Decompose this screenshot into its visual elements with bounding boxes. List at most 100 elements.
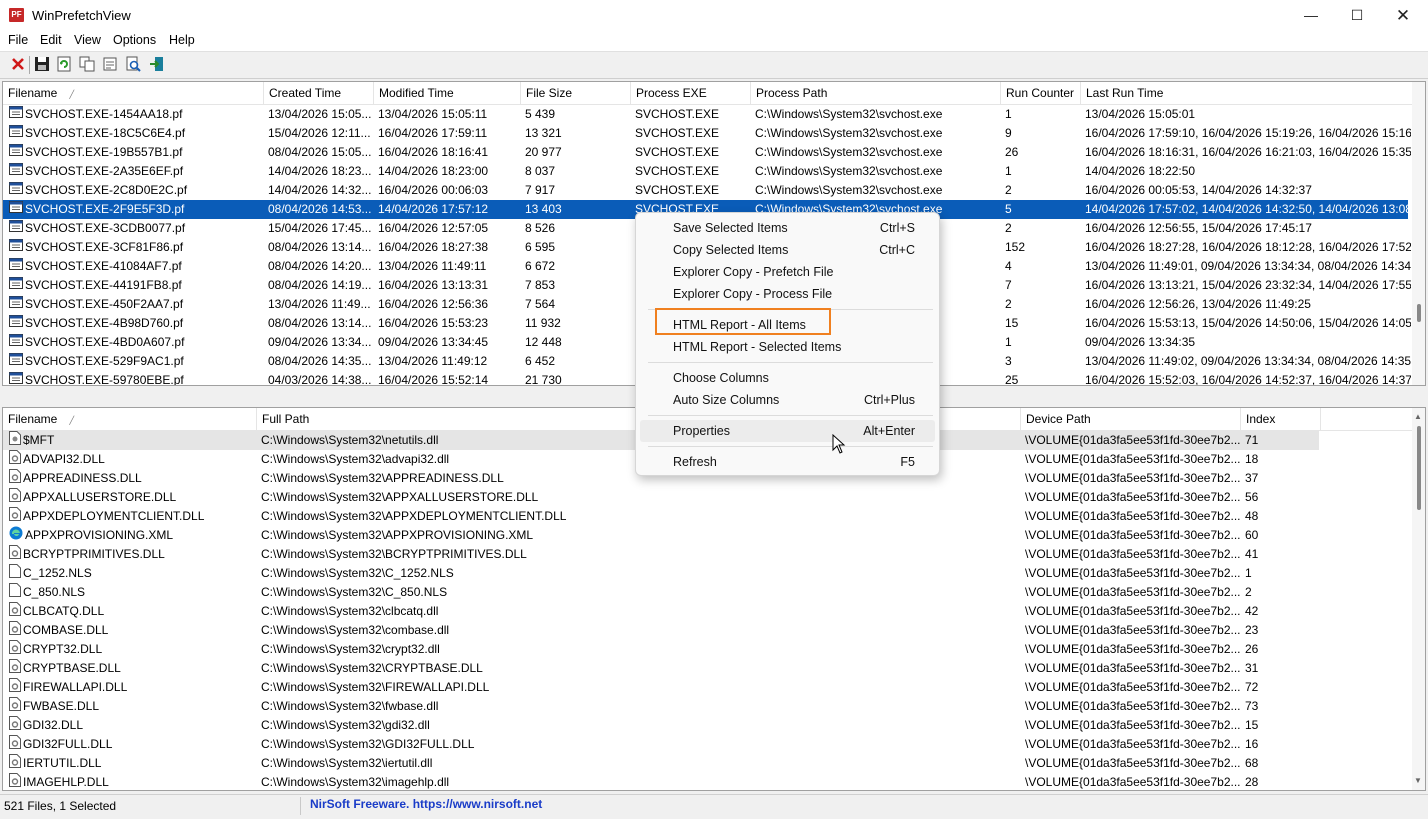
cell-filename: SVCHOST.EXE-1454AA18.pf: [3, 105, 264, 124]
window-title: WinPrefetchView: [32, 8, 131, 23]
cell-file-size: 11 932: [525, 316, 561, 330]
maximize-button[interactable]: ☐: [1334, 0, 1380, 31]
scrollbar-thumb[interactable]: [1417, 304, 1421, 322]
table-row[interactable]: SVCHOST.EXE-2A35E6EF.pf 14/04/2026 18:23.…: [3, 162, 1408, 181]
close-button[interactable]: ✕: [1380, 0, 1426, 31]
cell-device-path: \VOLUME{01da3fa5ee53f1fd-30ee7b2...: [1025, 775, 1241, 789]
cell-full-path: C:\Windows\System32\imagehlp.dll: [261, 775, 450, 789]
cell-filename: CRYPT32.DLL: [3, 640, 257, 659]
cell-device-path: \VOLUME{01da3fa5ee53f1fd-30ee7b2...: [1025, 490, 1241, 504]
table-row[interactable]: CRYPT32.DLL C:\Windows\System32\crypt32.d…: [3, 640, 1319, 659]
menu-options[interactable]: Options: [113, 33, 156, 47]
table-row[interactable]: APPXPROVISIONING.XML C:\Windows\System32\…: [3, 526, 1319, 545]
col-device-path[interactable]: Device Path: [1021, 408, 1241, 430]
col-created-time[interactable]: Created Time: [264, 82, 374, 104]
cell-process-path: C:\Windows\System32\svchost.exe: [755, 164, 943, 178]
menu-edit[interactable]: Edit: [40, 33, 62, 47]
prefetch-list-scrollbar[interactable]: [1412, 82, 1425, 385]
cell-last-run-time: 14/04/2026 18:22:50: [1085, 164, 1196, 178]
prefetch-file-icon: [9, 333, 23, 352]
cell-full-path: C:\Windows\System32\C_1252.NLS: [261, 566, 454, 580]
nirsoft-link[interactable]: NirSoft Freeware. https://www.nirsoft.ne…: [310, 797, 542, 811]
table-row[interactable]: APPXDEPLOYMENTCLIENT.DLL C:\Windows\Syste…: [3, 507, 1319, 526]
menu-auto-size-columns[interactable]: Auto Size Columns Ctrl+Plus: [640, 389, 935, 411]
cell-filename: APPXPROVISIONING.XML: [3, 526, 257, 545]
col-filename[interactable]: Filename ╱: [3, 408, 257, 430]
col-modified-time[interactable]: Modified Time: [374, 82, 521, 104]
table-row[interactable]: FIREWALLAPI.DLL C:\Windows\System32\FIREW…: [3, 678, 1319, 697]
menu-refresh[interactable]: Refresh F5: [640, 451, 935, 473]
table-row[interactable]: IMAGEHLP.DLL C:\Windows\System32\imagehlp…: [3, 773, 1319, 790]
table-row[interactable]: C_850.NLS C:\Windows\System32\C_850.NLS \V…: [3, 583, 1319, 602]
cell-created-time: 08/04/2026 13:14...: [268, 316, 372, 330]
properties-icon[interactable]: [101, 55, 119, 73]
table-row[interactable]: GDI32.DLL C:\Windows\System32\gdi32.dll \V…: [3, 716, 1319, 735]
scrollbar-thumb[interactable]: [1417, 426, 1421, 510]
table-row[interactable]: GDI32FULL.DLL C:\Windows\System32\GDI32FU…: [3, 735, 1319, 754]
menu-choose-columns[interactable]: Choose Columns: [640, 367, 935, 389]
cell-file-size: 12 448: [525, 335, 562, 349]
cell-filename: SVCHOST.EXE-59780EBE.pf: [3, 371, 264, 385]
exit-icon[interactable]: [148, 55, 166, 73]
delete-icon[interactable]: [9, 55, 27, 73]
cell-filename: BCRYPTPRIMITIVES.DLL: [3, 545, 257, 564]
col-index[interactable]: Index: [1241, 408, 1321, 430]
cell-created-time: 08/04/2026 13:14...: [268, 240, 372, 254]
table-row[interactable]: CRYPTBASE.DLL C:\Windows\System32\CRYPTBA…: [3, 659, 1319, 678]
dll-file-icon: [9, 488, 21, 507]
table-row[interactable]: APPXALLUSERSTORE.DLL C:\Windows\System32\…: [3, 488, 1319, 507]
table-row[interactable]: COMBASE.DLL C:\Windows\System32\combase.d…: [3, 621, 1319, 640]
table-row[interactable]: C_1252.NLS C:\Windows\System32\C_1252.NLS…: [3, 564, 1319, 583]
col-last-run-time[interactable]: Last Run Time: [1081, 82, 1411, 104]
table-row[interactable]: CLBCATQ.DLL C:\Windows\System32\clbcatq.d…: [3, 602, 1319, 621]
scroll-down-icon[interactable]: ▼: [1414, 776, 1422, 785]
dll-file-icon: [9, 773, 21, 790]
cell-filename: COMBASE.DLL: [3, 621, 257, 640]
cell-filename: ADVAPI32.DLL: [3, 450, 257, 469]
menu-explorer-copy-prefetch[interactable]: Explorer Copy - Prefetch File: [640, 261, 935, 283]
col-filename[interactable]: Filename ╱: [3, 82, 264, 104]
table-row[interactable]: SVCHOST.EXE-2C8D0E2C.pf 14/04/2026 14:32.…: [3, 181, 1408, 200]
col-run-counter[interactable]: Run Counter: [1001, 82, 1081, 104]
refresh-icon[interactable]: [55, 55, 73, 73]
col-process-path[interactable]: Process Path: [751, 82, 1001, 104]
prefetch-file-icon: [9, 352, 23, 371]
cell-filename: APPREADINESS.DLL: [3, 469, 257, 488]
menu-html-report-selected[interactable]: HTML Report - Selected Items: [640, 336, 935, 358]
col-file-size[interactable]: File Size: [521, 82, 631, 104]
cell-full-path: C:\Windows\System32\APPXDEPLOYMENTCLIENT…: [261, 509, 567, 523]
minimize-button[interactable]: —: [1288, 0, 1334, 31]
copy-icon[interactable]: [78, 55, 96, 73]
menu-explorer-copy-process[interactable]: Explorer Copy - Process File: [640, 283, 935, 305]
menu-help[interactable]: Help: [169, 33, 195, 47]
dll-file-icon: [9, 640, 21, 659]
table-row[interactable]: BCRYPTPRIMITIVES.DLL C:\Windows\System32\…: [3, 545, 1319, 564]
menu-save-selected-items[interactable]: Save Selected Items Ctrl+S: [640, 217, 935, 239]
toolbar-separator: [29, 56, 30, 74]
cell-last-run-time: 16/04/2026 18:27:28, 16/04/2026 18:12:28…: [1085, 240, 1411, 254]
cell-file-size: 13 403: [525, 202, 562, 216]
cell-process-exe: SVCHOST.EXE: [635, 164, 720, 178]
cell-file-size: 21 730: [525, 373, 562, 386]
cell-filename: SVCHOST.EXE-41084AF7.pf: [3, 257, 264, 276]
table-row[interactable]: SVCHOST.EXE-19B557B1.pf 08/04/2026 15:05.…: [3, 143, 1411, 162]
cell-process-exe: SVCHOST.EXE: [635, 183, 720, 197]
cell-full-path: C:\Windows\System32\clbcatq.dll: [261, 604, 439, 618]
menu-view[interactable]: View: [74, 33, 101, 47]
menu-file[interactable]: File: [8, 33, 28, 47]
save-icon[interactable]: [33, 55, 51, 73]
cell-device-path: \VOLUME{01da3fa5ee53f1fd-30ee7b2...: [1025, 452, 1241, 466]
menu-properties[interactable]: Properties Alt+Enter: [640, 420, 935, 442]
loaded-list-scrollbar[interactable]: ▲ ▼: [1412, 408, 1425, 790]
table-row[interactable]: SVCHOST.EXE-18C5C6E4.pf 15/04/2026 12:11.…: [3, 124, 1411, 143]
cell-index: 18: [1245, 452, 1259, 466]
cell-last-run-time: 16/04/2026 12:56:55, 15/04/2026 17:45:17: [1085, 221, 1312, 235]
table-row[interactable]: FWBASE.DLL C:\Windows\System32\fwbase.dll…: [3, 697, 1319, 716]
find-icon[interactable]: [124, 55, 142, 73]
table-row[interactable]: IERTUTIL.DLL C:\Windows\System32\iertutil…: [3, 754, 1319, 773]
menu-copy-selected-items[interactable]: Copy Selected Items Ctrl+C: [640, 239, 935, 261]
table-row[interactable]: SVCHOST.EXE-1454AA18.pf 13/04/2026 15:05.…: [3, 105, 1408, 124]
scroll-up-icon[interactable]: ▲: [1414, 412, 1422, 421]
prefetch-file-icon: [9, 105, 23, 124]
col-process-exe[interactable]: Process EXE: [631, 82, 751, 104]
